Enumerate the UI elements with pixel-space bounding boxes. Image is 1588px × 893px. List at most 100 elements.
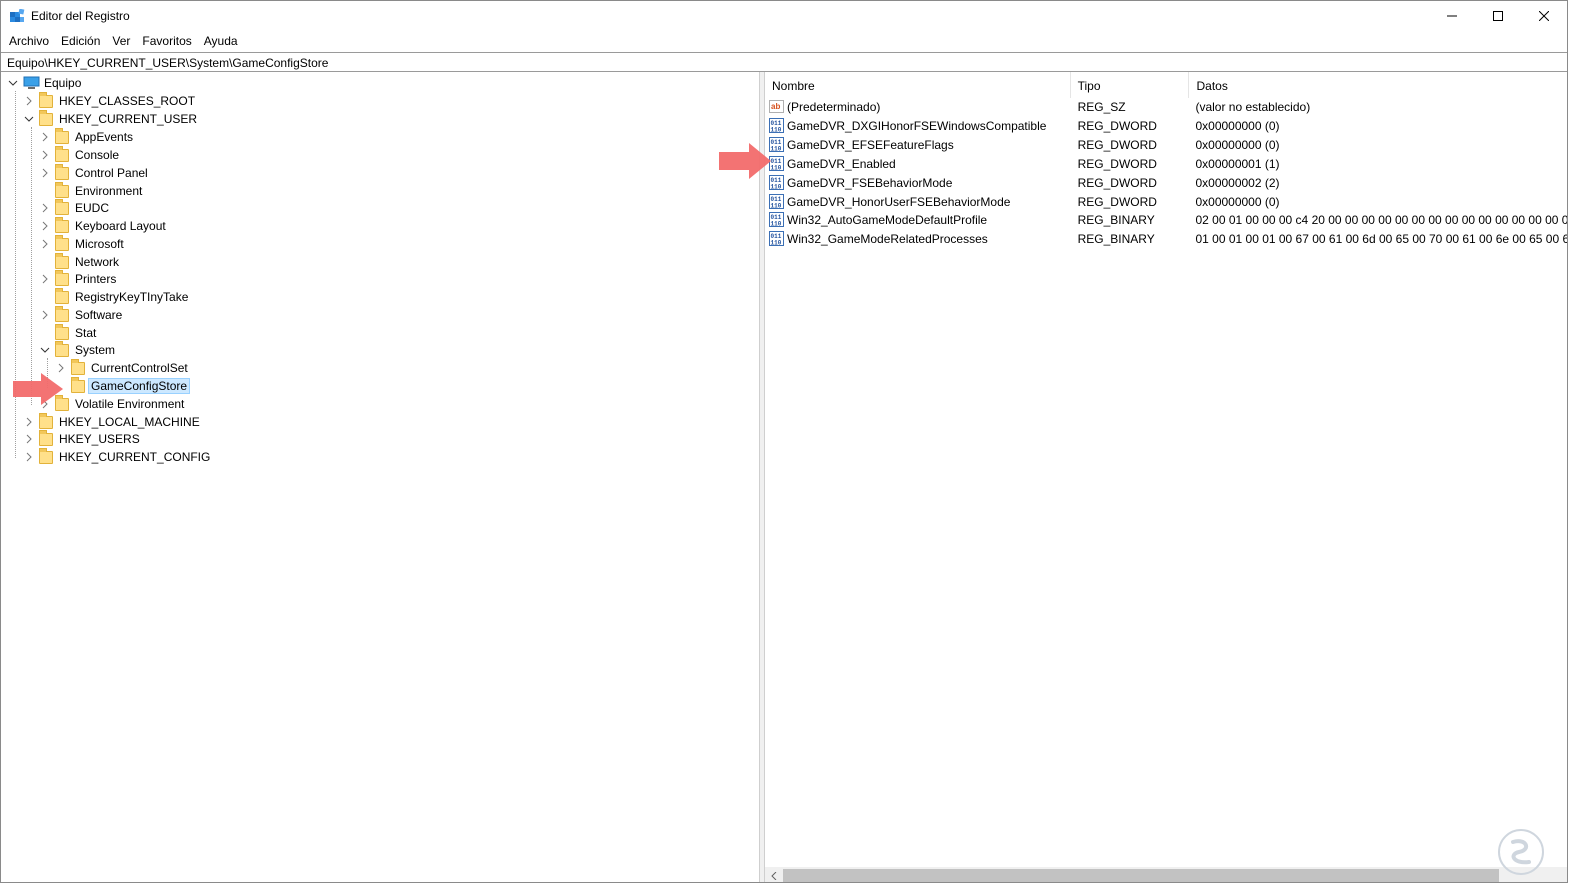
minimize-button[interactable]	[1429, 1, 1475, 31]
list-header: Nombre Tipo Datos	[765, 72, 1567, 98]
value-row[interactable]: 011 110 GameDVR_HonorUserFSEBehaviorMode …	[765, 192, 1567, 211]
folder-icon	[71, 358, 85, 375]
tree-node-environment[interactable]: Environment	[39, 181, 144, 200]
chevron-right-icon[interactable]	[39, 131, 51, 143]
chevron-right-icon[interactable]	[39, 167, 51, 179]
column-header-tipo[interactable]: Tipo	[1071, 72, 1190, 98]
binary-value-icon: 011110	[769, 118, 784, 133]
tree-label: Printers	[75, 272, 117, 286]
tree-node-hkcr[interactable]: HKEY_CLASSES_ROOT	[23, 91, 197, 110]
value-type: REG_DWORD	[1077, 175, 1157, 190]
key-tree-pane[interactable]: Equipo HKEY_CLASSES_ROOT HKEY_CURRENT_US…	[1, 72, 759, 882]
tree-node-hklm[interactable]: HKEY_LOCAL_MACHINE	[23, 412, 202, 431]
chevron-down-icon[interactable]	[7, 77, 19, 89]
chevron-right-icon[interactable]	[39, 238, 51, 250]
folder-icon	[71, 376, 85, 393]
menu-bar: Archivo Edición Ver Favoritos Ayuda	[1, 31, 1567, 51]
menu-favoritos[interactable]: Favoritos	[136, 31, 197, 51]
tree-node-keyboard-layout[interactable]: Keyboard Layout	[39, 216, 168, 235]
tree-label: Keyboard Layout	[75, 219, 166, 233]
value-type: REG_SZ	[1077, 99, 1126, 114]
registry-editor-window: Editor del Registro Archivo Edición Ver …	[0, 0, 1568, 883]
tree-label: EUDC	[75, 201, 110, 215]
horizontal-scrollbar[interactable]	[765, 867, 1567, 882]
folder-icon	[39, 429, 53, 446]
tree-node-eudc[interactable]: EUDC	[39, 198, 111, 217]
folder-icon	[39, 91, 53, 108]
tree-label: Environment	[75, 184, 143, 198]
value-row-gamedvr-enabled[interactable]: 011 110 GameDVR_Enabled REG_DWORD 0x00000…	[765, 154, 1567, 173]
watermark-logo-icon	[1498, 829, 1544, 875]
tree-node-stat[interactable]: Stat	[39, 323, 98, 342]
chevron-right-icon[interactable]	[39, 149, 51, 161]
close-button[interactable]	[1521, 1, 1567, 31]
folder-icon	[55, 163, 69, 180]
tree-node-registrykeytinytake[interactable]: RegistryKeyTInyTake	[39, 287, 190, 306]
tree-node-software[interactable]: Software	[39, 305, 124, 324]
tree-label: Control Panel	[75, 166, 148, 180]
tree-node-hkcc[interactable]: HKEY_CURRENT_CONFIG	[23, 447, 212, 466]
value-row[interactable]: 011 110 GameDVR_EFSEFeatureFlags REG_DWOR…	[765, 135, 1567, 154]
folder-icon	[39, 447, 53, 464]
value-row[interactable]: ab (Predeterminado) REG_SZ (valor no est…	[765, 97, 1567, 116]
column-header-nombre[interactable]: Nombre	[765, 72, 1071, 98]
tree-node-microsoft[interactable]: Microsoft	[39, 234, 126, 253]
tree-node-hku[interactable]: HKEY_USERS	[23, 429, 142, 448]
menu-edicion[interactable]: Edición	[55, 31, 106, 51]
value-row[interactable]: 011 110 Win32_GameModeRelatedProcesses RE…	[765, 229, 1567, 248]
computer-icon	[23, 76, 40, 89]
tree-label: CurrentControlSet	[91, 361, 188, 375]
maximize-button[interactable]	[1475, 1, 1521, 31]
value-data: 0x00000000 (0)	[1195, 194, 1280, 209]
folder-icon	[39, 109, 53, 126]
tree-node-gameconfigstore[interactable]: GameConfigStore	[55, 376, 191, 395]
chevron-right-icon[interactable]	[23, 95, 35, 107]
tree-node-system[interactable]: System	[39, 340, 117, 359]
address-bar[interactable]: Equipo\HKEY_CURRENT_USER\System\GameConf…	[1, 52, 1567, 72]
folder-icon	[55, 234, 69, 251]
chevron-right-icon[interactable]	[39, 202, 51, 214]
chevron-down-icon[interactable]	[39, 344, 51, 356]
menu-archivo[interactable]: Archivo	[3, 31, 55, 51]
chevron-left-icon	[770, 871, 776, 880]
svg-text:110: 110	[771, 221, 782, 228]
folder-icon	[55, 181, 69, 198]
svg-text:110: 110	[771, 240, 782, 247]
tree-node-appevents[interactable]: AppEvents	[39, 127, 135, 146]
chevron-right-icon[interactable]	[39, 273, 51, 285]
tree-label-system: System	[75, 343, 116, 357]
folder-icon	[39, 412, 53, 429]
folder-icon	[55, 340, 69, 357]
chevron-right-icon[interactable]	[23, 451, 35, 463]
value-row[interactable]: 011 110 GameDVR_FSEBehaviorMode REG_DWORD…	[765, 173, 1567, 192]
scroll-thumb[interactable]	[783, 869, 1499, 882]
scroll-left-button[interactable]	[765, 867, 782, 882]
chevron-right-icon[interactable]	[39, 220, 51, 232]
menu-ayuda[interactable]: Ayuda	[198, 31, 244, 51]
value-row[interactable]: 011 110 GameDVR_DXGIHonorFSEWindowsCompat…	[765, 116, 1567, 135]
value-name: GameDVR_FSEBehaviorMode	[787, 175, 953, 190]
menu-ver[interactable]: Ver	[106, 31, 136, 51]
tree-node-network[interactable]: Network	[39, 252, 121, 271]
tree-node-console[interactable]: Console	[39, 145, 121, 164]
string-value-icon: ab	[769, 100, 784, 113]
folder-icon	[55, 127, 69, 144]
tree-node-hkcu[interactable]: HKEY_CURRENT_USER	[23, 109, 199, 128]
tree-label-hklm: HKEY_LOCAL_MACHINE	[59, 415, 200, 429]
value-name: GameDVR_DXGIHonorFSEWindowsCompatible	[787, 118, 1047, 133]
tree-node-equipo[interactable]: Equipo	[7, 74, 83, 92]
value-row[interactable]: 011 110 Win32_AutoGameModeDefaultProfile …	[765, 210, 1567, 229]
tree-node-printers[interactable]: Printers	[39, 269, 118, 288]
value-type: REG_DWORD	[1077, 194, 1157, 209]
chevron-right-icon[interactable]	[23, 416, 35, 428]
tree-node-currentcontrolset[interactable]: CurrentControlSet	[55, 358, 190, 377]
tree-node-control-panel[interactable]: Control Panel	[39, 163, 150, 182]
chevron-right-icon[interactable]	[39, 309, 51, 321]
close-icon	[1539, 11, 1549, 21]
value-type: REG_DWORD	[1077, 118, 1157, 133]
values-list-pane[interactable]: Nombre Tipo Datos ab (Predeterminado) RE…	[765, 72, 1567, 882]
column-header-datos[interactable]: Datos	[1189, 72, 1567, 98]
chevron-down-icon[interactable]	[23, 113, 35, 125]
chevron-right-icon[interactable]	[23, 433, 35, 445]
tree-label-hkcc: HKEY_CURRENT_CONFIG	[59, 450, 211, 464]
